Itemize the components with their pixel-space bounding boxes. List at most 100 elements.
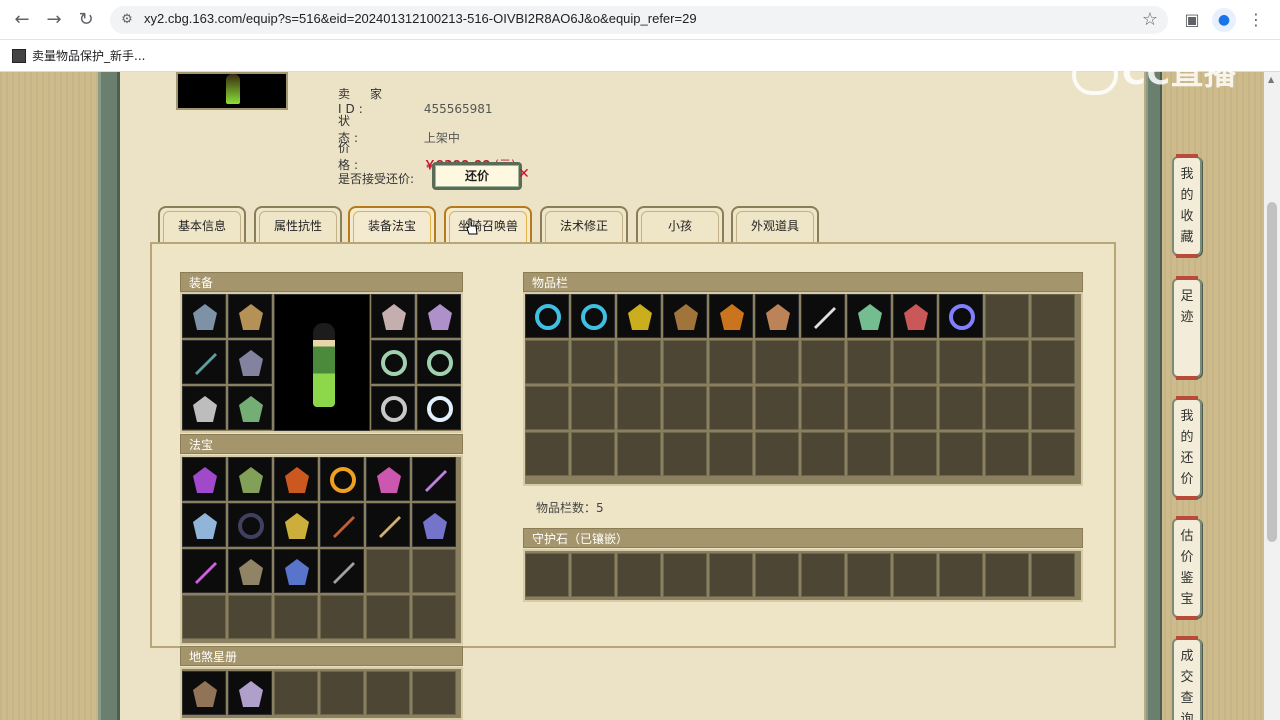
menu-kebab-icon[interactable]: ⋮ (1244, 8, 1268, 32)
fabao-slot[interactable] (366, 503, 410, 547)
equipment-slot[interactable] (182, 386, 226, 430)
fabao-slot[interactable] (412, 549, 456, 593)
bargain-button-label[interactable]: 还价 (435, 165, 519, 187)
inventory-slot[interactable] (939, 294, 983, 338)
site-info-icon[interactable]: ⚙ (118, 11, 136, 29)
address-bar[interactable]: ⚙ xy2.cbg.163.com/equip?s=516&eid=202401… (110, 6, 1168, 34)
inventory-slot[interactable] (801, 432, 845, 476)
guard-stone-slot[interactable] (1031, 553, 1075, 597)
guard-stone-slot[interactable] (571, 553, 615, 597)
fabao-slot[interactable] (412, 595, 456, 639)
guard-stone-slot[interactable] (663, 553, 707, 597)
bargain-close-icon[interactable]: ✕ (518, 166, 530, 182)
inventory-slot[interactable] (663, 386, 707, 430)
inventory-slot[interactable] (709, 340, 753, 384)
equipment-slot[interactable] (182, 340, 226, 384)
inventory-slot[interactable] (985, 340, 1029, 384)
equipment-slot[interactable] (371, 294, 415, 338)
inventory-slot[interactable] (709, 294, 753, 338)
equipment-slot[interactable] (182, 294, 226, 338)
inventory-slot[interactable] (939, 386, 983, 430)
inventory-slot[interactable] (571, 340, 615, 384)
inventory-slot[interactable] (755, 294, 799, 338)
tab-mounts-pets[interactable]: 坐骑召唤兽 (444, 206, 532, 242)
inventory-slot[interactable] (801, 340, 845, 384)
inventory-slot[interactable] (847, 294, 891, 338)
fabao-slot[interactable] (366, 549, 410, 593)
my-bargains-button[interactable]: 我的还价 (1172, 396, 1202, 500)
page-scrollbar[interactable]: ▲ (1264, 72, 1280, 720)
fabao-slot[interactable] (182, 595, 226, 639)
inventory-slot[interactable] (939, 432, 983, 476)
fabao-slot[interactable] (274, 595, 318, 639)
star-book-slot[interactable] (228, 671, 272, 715)
tab-basic-info[interactable]: 基本信息 (158, 206, 246, 242)
inventory-slot[interactable] (571, 294, 615, 338)
back-icon[interactable]: ← (10, 8, 34, 32)
fabao-slot[interactable] (182, 457, 226, 501)
inventory-slot[interactable] (893, 386, 937, 430)
guard-stone-slot[interactable] (893, 553, 937, 597)
equipment-slot[interactable] (228, 294, 272, 338)
bookmark-item[interactable]: 卖量物品保护_新手... (12, 47, 145, 64)
tab-appearance[interactable]: 外观道具 (731, 206, 819, 242)
reload-icon[interactable]: ↻ (74, 8, 98, 32)
star-book-slot[interactable] (412, 671, 456, 715)
inventory-slot[interactable] (893, 294, 937, 338)
star-book-slot[interactable] (320, 671, 364, 715)
inventory-slot[interactable] (617, 386, 661, 430)
inventory-slot[interactable] (1031, 294, 1075, 338)
inventory-slot[interactable] (985, 294, 1029, 338)
fabao-slot[interactable] (228, 549, 272, 593)
inventory-slot[interactable] (755, 340, 799, 384)
fabao-slot[interactable] (412, 503, 456, 547)
inventory-slot[interactable] (985, 432, 1029, 476)
inventory-slot[interactable] (755, 432, 799, 476)
inventory-slot[interactable] (847, 340, 891, 384)
scroll-thumb[interactable] (1267, 202, 1277, 542)
profile-avatar-icon[interactable]: ● (1212, 8, 1236, 32)
inventory-slot[interactable] (1031, 432, 1075, 476)
fabao-slot[interactable] (228, 595, 272, 639)
inventory-slot[interactable] (847, 432, 891, 476)
inventory-slot[interactable] (1031, 386, 1075, 430)
fabao-slot[interactable] (228, 457, 272, 501)
forward-icon[interactable]: → (42, 8, 66, 32)
guard-stone-slot[interactable] (617, 553, 661, 597)
inventory-slot[interactable] (571, 432, 615, 476)
equipment-slot[interactable] (371, 386, 415, 430)
history-button[interactable]: 足迹 (1172, 276, 1202, 380)
inventory-slot[interactable] (893, 340, 937, 384)
deal-query-button[interactable]: 成交查询 (1172, 636, 1202, 720)
inventory-slot[interactable] (617, 340, 661, 384)
tab-spell-correction[interactable]: 法术修正 (540, 206, 628, 242)
inventory-slot[interactable] (709, 432, 753, 476)
guard-stone-slot[interactable] (939, 553, 983, 597)
fabao-slot[interactable] (182, 549, 226, 593)
tab-equipment[interactable]: 装备法宝 (348, 206, 436, 242)
star-book-slot[interactable] (274, 671, 318, 715)
favorites-button[interactable]: 我的收藏 (1172, 154, 1202, 258)
tab-attributes[interactable]: 属性抗性 (254, 206, 342, 242)
inventory-slot[interactable] (939, 340, 983, 384)
inventory-slot[interactable] (847, 386, 891, 430)
side-panel-icon[interactable]: ▣ (1180, 8, 1204, 32)
inventory-slot[interactable] (985, 386, 1029, 430)
guard-stone-slot[interactable] (847, 553, 891, 597)
inventory-slot[interactable] (525, 340, 569, 384)
star-book-slot[interactable] (366, 671, 410, 715)
equipment-slot[interactable] (417, 340, 461, 384)
guard-stone-slot[interactable] (755, 553, 799, 597)
scroll-up-icon[interactable]: ▲ (1268, 75, 1274, 84)
inventory-slot[interactable] (755, 386, 799, 430)
guard-stone-slot[interactable] (801, 553, 845, 597)
fabao-slot[interactable] (366, 457, 410, 501)
inventory-slot[interactable] (663, 432, 707, 476)
fabao-slot[interactable] (274, 457, 318, 501)
inventory-slot[interactable] (893, 432, 937, 476)
inventory-slot[interactable] (525, 432, 569, 476)
bookmark-star-icon[interactable]: ☆ (1142, 9, 1158, 30)
url-text[interactable]: xy2.cbg.163.com/equip?s=516&eid=20240131… (144, 11, 697, 26)
inventory-slot[interactable] (617, 294, 661, 338)
inventory-slot[interactable] (801, 386, 845, 430)
